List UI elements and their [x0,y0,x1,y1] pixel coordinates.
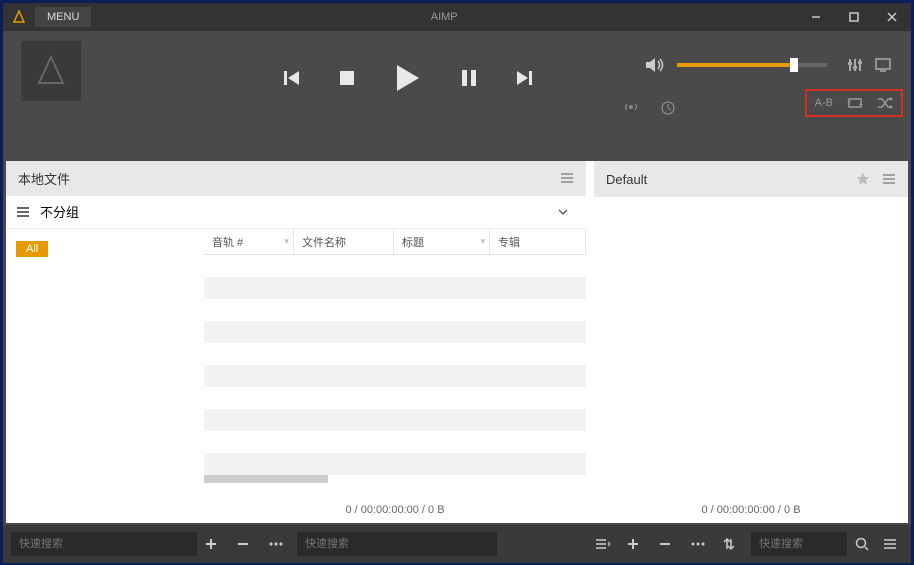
list-options-button[interactable] [595,538,615,550]
column-title[interactable]: 标题▾ [394,229,490,254]
left-status: 0 / 00:00:00:00 / 0 B [204,497,586,523]
volume-slider[interactable] [677,63,827,67]
repeat-button[interactable] [847,97,863,109]
tracks-table: 音轨 #▾ 文件名称 标题▾ 专辑 [204,229,586,523]
table-row [204,365,586,387]
maximize-button[interactable] [835,3,873,31]
local-files-label: 本地文件 [18,169,70,188]
equalizer-icon[interactable] [847,57,863,73]
local-files-panel: 本地文件 不分组 All [6,161,586,523]
shuffle-button[interactable] [877,96,893,110]
column-filename[interactable]: 文件名称 [294,229,394,254]
pause-button[interactable] [461,69,477,87]
horizontal-scrollbar[interactable] [204,475,328,483]
volume-icon[interactable] [645,56,665,74]
sort-indicator-icon: ▾ [480,236,485,247]
search-button[interactable] [855,537,875,551]
table-row [204,431,586,453]
radio-icon[interactable] [623,101,639,115]
app-logo-icon [9,7,29,27]
group-label: 不分组 [40,202,79,221]
right-search-input[interactable] [751,532,847,556]
table-body [204,255,586,497]
minimize-button[interactable] [797,3,835,31]
group-menu-icon[interactable] [16,206,30,218]
play-button[interactable] [393,63,423,93]
table-row [204,453,586,475]
table-row [204,277,586,299]
column-album[interactable]: 专辑 [490,229,586,254]
playlist-title: Default [606,172,647,187]
group-dropdown[interactable]: 不分组 [40,202,576,221]
sort-button[interactable] [723,537,743,551]
middle-search-input[interactable] [297,532,497,556]
next-button[interactable] [515,69,533,87]
panel-menu-icon[interactable] [560,172,574,184]
table-row [204,321,586,343]
chevron-down-icon [558,209,568,215]
close-button[interactable] [873,3,911,31]
titlebar: MENU AIMP [3,3,911,31]
left-search-input[interactable] [11,532,197,556]
clock-icon[interactable] [661,101,675,115]
filter-sidebar: All [6,229,204,523]
table-row [204,343,586,365]
bottom-bar [3,525,911,563]
playback-modes-highlight: A-B [805,89,903,117]
table-row [204,409,586,431]
album-art [21,41,81,101]
playlist-remove-button[interactable] [659,538,679,550]
playlist-add-button[interactable] [627,538,647,550]
more-button[interactable] [269,542,289,546]
local-files-tab[interactable]: 本地文件 [6,161,586,196]
sort-indicator-icon: ▾ [284,236,289,247]
playlist-menu-icon[interactable] [882,173,896,185]
player-area: A-B [3,31,911,151]
menu-icon[interactable] [883,538,903,550]
star-icon[interactable] [856,172,870,186]
playlist-panel: Default 0 / 00:00:00:00 / 0 B [594,161,908,523]
playlist-tab[interactable]: Default [594,161,908,197]
table-row [204,255,586,277]
table-row [204,387,586,409]
playlist-more-button[interactable] [691,542,711,546]
stop-button[interactable] [339,70,355,86]
previous-button[interactable] [283,69,301,87]
table-row [204,299,586,321]
app-title: AIMP [91,11,797,23]
menu-button[interactable]: MENU [35,7,91,27]
column-track[interactable]: 音轨 #▾ [204,229,294,254]
add-button[interactable] [205,538,225,550]
remove-button[interactable] [237,538,257,550]
right-status: 0 / 00:00:00:00 / 0 B [594,497,908,523]
all-filter-chip[interactable]: All [16,241,48,257]
display-icon[interactable] [875,58,891,72]
ab-repeat-button[interactable]: A-B [815,97,833,109]
